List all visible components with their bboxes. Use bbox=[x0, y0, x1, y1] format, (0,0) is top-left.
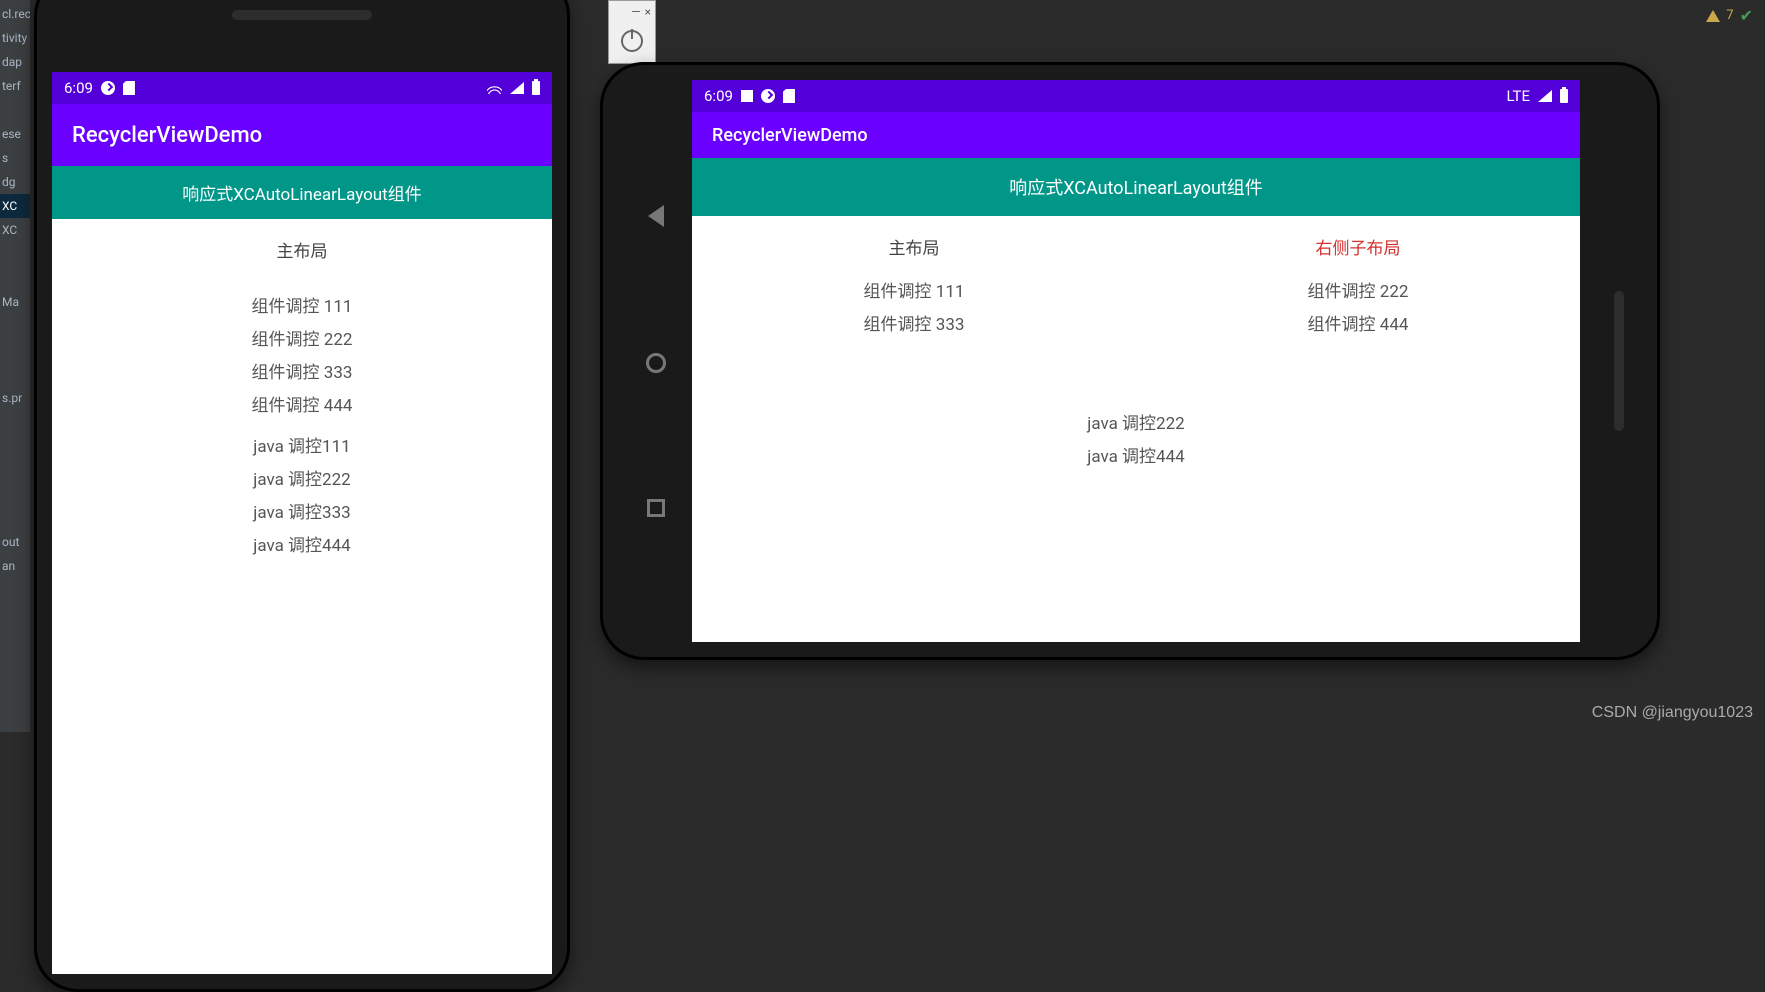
list-item[interactable]: 组件调控 333 bbox=[252, 358, 353, 383]
app-title: RecyclerViewDemo bbox=[72, 123, 262, 148]
warning-count: 7 bbox=[1726, 8, 1733, 23]
list-item[interactable]: java 调控333 bbox=[253, 498, 350, 523]
ide-sidebar-item: s bbox=[0, 146, 30, 170]
ide-sidebar-item bbox=[0, 362, 30, 386]
window-close-button[interactable]: × bbox=[645, 5, 651, 19]
status-sdcard-icon bbox=[123, 81, 135, 95]
list-item[interactable]: 组件调控 222 bbox=[1308, 277, 1409, 302]
list-item[interactable]: 组件调控 111 bbox=[252, 292, 353, 317]
list-item[interactable]: 组件调控 444 bbox=[252, 391, 353, 416]
ide-sidebar-item-selected[interactable]: XC bbox=[0, 194, 30, 218]
ide-sidebar-item bbox=[0, 98, 30, 122]
battery-icon bbox=[1560, 89, 1568, 103]
lower-items-group: java 调控222 java 调控444 bbox=[692, 349, 1580, 467]
ide-sidebar-item bbox=[0, 314, 30, 338]
status-time: 6:09 bbox=[64, 79, 93, 97]
ide-sidebar-item: tivity bbox=[0, 26, 30, 50]
emulator-toolbar bbox=[609, 23, 655, 59]
warning-icon bbox=[1706, 10, 1720, 22]
watermark-text: CSDN @jiangyou1023 bbox=[1592, 704, 1753, 722]
device-speaker bbox=[232, 10, 372, 20]
ide-sidebar-item: cl.recyc bbox=[0, 2, 30, 26]
nav-recents-icon[interactable] bbox=[647, 499, 665, 517]
layout-title: 主布局 bbox=[889, 234, 940, 259]
list-item[interactable]: java 调控444 bbox=[1087, 442, 1184, 467]
check-icon: ✔ bbox=[1740, 6, 1753, 25]
android-nav-bar bbox=[624, 62, 688, 660]
content-area[interactable]: 主布局 组件调控 111 组件调控 333 右侧子布局 组件调控 222 组件调… bbox=[692, 216, 1580, 642]
window-minimize-button[interactable]: — bbox=[631, 5, 640, 19]
emulator-device-portrait: 6:09 RecyclerViewDemo 响应式XCAutoLinearLay… bbox=[34, 0, 570, 992]
app-title: RecyclerViewDemo bbox=[712, 125, 868, 146]
list-item[interactable]: 组件调控 111 bbox=[864, 277, 965, 302]
status-lte-label: LTE bbox=[1506, 87, 1530, 105]
status-notification-icon bbox=[761, 89, 775, 103]
ide-sidebar-item bbox=[0, 458, 30, 482]
ide-sidebar-item: an bbox=[0, 554, 30, 578]
nav-home-icon[interactable] bbox=[646, 353, 666, 373]
ide-sidebar-item: ese bbox=[0, 122, 30, 146]
items-group-a: 组件调控 111 组件调控 222 组件调控 333 组件调控 444 bbox=[252, 292, 353, 416]
layout-title: 右侧子布局 bbox=[1316, 234, 1401, 259]
section-header: 响应式XCAutoLinearLayout组件 bbox=[692, 158, 1580, 216]
ide-sidebar-item: XC bbox=[0, 218, 30, 242]
list-item[interactable]: java 调控222 bbox=[1087, 409, 1184, 434]
ide-sidebar-item bbox=[0, 242, 30, 266]
ide-sidebar-item: out bbox=[0, 530, 30, 554]
ide-sidebar-item: s.pr bbox=[0, 386, 30, 410]
items-group-b: java 调控111 java 调控222 java 调控333 java 调控… bbox=[253, 432, 350, 556]
status-time: 6:09 bbox=[704, 87, 733, 105]
ide-warning-indicator[interactable]: 7 ✔ bbox=[1706, 6, 1753, 25]
list-item[interactable]: java 调控111 bbox=[253, 432, 350, 457]
wifi-icon bbox=[487, 82, 502, 94]
signal-icon bbox=[510, 82, 524, 94]
list-item[interactable]: 组件调控 333 bbox=[864, 310, 965, 335]
ide-sidebar-item bbox=[0, 482, 30, 506]
layout-column-left: 主布局 组件调控 111 组件调控 333 bbox=[692, 216, 1136, 349]
emulator-device-landscape: 6:09 LTE RecyclerViewDemo 响应式XCAutoLinea… bbox=[600, 62, 1660, 660]
ide-sidebar-item: Ma bbox=[0, 290, 30, 314]
list-item[interactable]: 组件调控 222 bbox=[252, 325, 353, 350]
device-speaker bbox=[1614, 291, 1624, 431]
status-bar: 6:09 LTE bbox=[692, 80, 1580, 112]
ide-sidebar-item: dg bbox=[0, 170, 30, 194]
app-bar: RecyclerViewDemo bbox=[52, 104, 552, 166]
content-area[interactable]: 主布局 组件调控 111 组件调控 222 组件调控 333 组件调控 444 … bbox=[52, 219, 552, 974]
layout-title: 主布局 bbox=[277, 237, 328, 262]
list-item[interactable]: 组件调控 444 bbox=[1308, 310, 1409, 335]
window-titlebar: — × bbox=[609, 1, 655, 23]
list-item[interactable]: java 调控444 bbox=[253, 531, 350, 556]
status-notification-icon bbox=[101, 81, 115, 95]
ide-sidebar-item bbox=[0, 434, 30, 458]
list-item[interactable]: java 调控222 bbox=[253, 465, 350, 490]
status-bar: 6:09 bbox=[52, 72, 552, 104]
ide-sidebar-item bbox=[0, 266, 30, 290]
ide-sidebar-item bbox=[0, 506, 30, 530]
section-header: 响应式XCAutoLinearLayout组件 bbox=[52, 166, 552, 219]
ide-sidebar-item: dap bbox=[0, 50, 30, 74]
ide-sidebar-item bbox=[0, 410, 30, 434]
status-keyboard-icon bbox=[741, 90, 753, 102]
power-icon[interactable] bbox=[621, 30, 643, 52]
ide-sidebar-item: terf bbox=[0, 74, 30, 98]
section-header-label: 响应式XCAutoLinearLayout组件 bbox=[1009, 178, 1263, 199]
section-header-label: 响应式XCAutoLinearLayout组件 bbox=[182, 185, 422, 205]
ide-sidebar: cl.recyc tivity dap terf ese s dg XC XC … bbox=[0, 0, 30, 732]
nav-back-icon[interactable] bbox=[648, 205, 664, 227]
emulator-toolbar-window: — × bbox=[608, 0, 656, 64]
signal-icon bbox=[1538, 90, 1552, 102]
app-bar: RecyclerViewDemo bbox=[692, 112, 1580, 158]
ide-sidebar-item bbox=[0, 338, 30, 362]
battery-icon bbox=[532, 81, 540, 95]
device-screen-landscape[interactable]: 6:09 LTE RecyclerViewDemo 响应式XCAutoLinea… bbox=[692, 80, 1580, 642]
status-sdcard-icon bbox=[783, 89, 795, 103]
layout-column-right: 右侧子布局 组件调控 222 组件调控 444 bbox=[1136, 216, 1580, 349]
device-screen-portrait[interactable]: 6:09 RecyclerViewDemo 响应式XCAutoLinearLay… bbox=[52, 72, 552, 974]
